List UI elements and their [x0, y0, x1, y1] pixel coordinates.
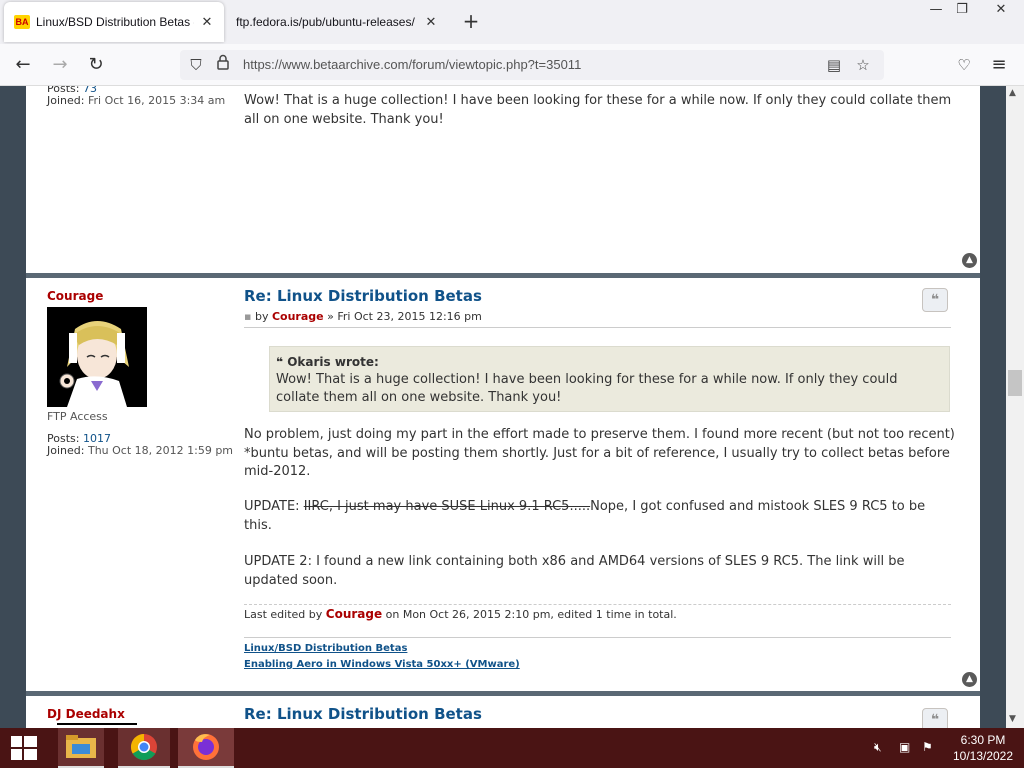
tab-bar: BA Linux/BSD Distribution Betas - E ✕ ft…: [0, 0, 1024, 44]
volume-muted-icon[interactable]: 🔇︎: [874, 740, 882, 755]
start-button[interactable]: [0, 728, 48, 768]
quote-button[interactable]: ❝: [922, 288, 948, 312]
tab-fedora-ftp[interactable]: ftp.fedora.is/pub/ubuntu-releases/ ✕: [226, 2, 448, 42]
network-icon[interactable]: ▣: [899, 740, 910, 754]
next-post-title[interactable]: Re: Linux Distribution Betas: [244, 705, 482, 723]
tab-title: Linux/BSD Distribution Betas - E: [36, 15, 194, 29]
avatar: [47, 307, 147, 407]
menu-icon[interactable]: ≡: [986, 53, 1012, 77]
post-header-line: [244, 327, 951, 328]
scroll-down-icon[interactable]: ▼: [1009, 714, 1016, 724]
reader-view-icon[interactable]: ▤: [823, 54, 845, 76]
prev-joined-date: Joined: Fri Oct 16, 2015 3:34 am: [47, 94, 225, 107]
scroll-up-icon[interactable]: ▲: [1009, 88, 1016, 98]
scroll-thumb[interactable]: [1008, 370, 1022, 396]
post-meta: ▪ by Courage » Fri Oct 23, 2015 12:16 pm: [244, 310, 482, 323]
signature-link-2[interactable]: Enabling Aero in Windows Vista 50xx+ (VM…: [244, 659, 520, 670]
close-tab-icon[interactable]: ✕: [200, 14, 214, 30]
close-tab-icon[interactable]: ✕: [424, 14, 438, 30]
address-bar[interactable]: ⛉ https://www.betaarchive.com/forum/view…: [180, 50, 884, 80]
post-file-icon[interactable]: ▪: [244, 310, 251, 323]
page-viewport: Posts: 73 Joined: Fri Oct 16, 2015 3:34 …: [0, 86, 1024, 728]
back-arrow-icon[interactable]: ←: [10, 53, 36, 77]
forward-arrow-icon[interactable]: →: [47, 53, 73, 77]
windows-taskbar: 🔇︎ ▣ ⚑ 6:30 PM 10/13/2022: [0, 728, 1024, 768]
chrome-taskbar-icon[interactable]: [118, 728, 170, 768]
forum-page: Posts: 73 Joined: Fri Oct 16, 2015 3:34 …: [26, 86, 980, 728]
joined-label: Joined:: [47, 94, 85, 107]
clock-date: 10/13/2022: [952, 749, 1014, 763]
back-to-top-icon[interactable]: ▲: [962, 672, 977, 687]
tab-title: ftp.fedora.is/pub/ubuntu-releases/: [236, 15, 415, 29]
post-paragraph-1: No problem, just doing my part in the ef…: [244, 427, 955, 479]
post-divider: [26, 691, 980, 696]
navigation-toolbar: ← → ↻ ⛉ https://www.betaarchive.com/foru…: [0, 44, 1024, 86]
close-window-icon[interactable]: ✕: [985, 0, 1017, 22]
edit-notice-divider: [244, 604, 951, 605]
back-to-top-icon[interactable]: ▲: [962, 253, 977, 268]
meta-author[interactable]: Courage: [272, 310, 324, 323]
prev-post-body: Wow! That is a huge collection! I have b…: [244, 93, 952, 127]
signature-divider: [244, 637, 951, 638]
signature-link-1[interactable]: Linux/BSD Distribution Betas: [244, 643, 407, 654]
user-rank: FTP Access: [47, 410, 108, 423]
lock-icon[interactable]: [212, 54, 234, 76]
quote-text: Wow! That is a huge collection! I have b…: [276, 372, 898, 405]
maximize-icon[interactable]: ❐: [946, 0, 978, 22]
joined-label: Joined:: [47, 444, 85, 457]
bookmark-star-icon[interactable]: ☆: [852, 54, 874, 76]
post-paragraph-2: UPDATE: IIRC, I just may have SUSE Linux…: [244, 498, 956, 535]
joined-date: Joined: Thu Oct 18, 2012 1:59 pm: [47, 444, 233, 457]
post-paragraph-3: UPDATE 2: I found a new link containing …: [244, 554, 905, 588]
reload-icon[interactable]: ↻: [83, 53, 109, 77]
edited-prefix: Last edited by: [244, 608, 323, 621]
edit-notice: Last edited by Courage on Mon Oct 26, 20…: [244, 607, 677, 621]
edited-author[interactable]: Courage: [326, 607, 382, 621]
tab-linux-bsd-betas[interactable]: BA Linux/BSD Distribution Betas - E ✕: [4, 2, 224, 42]
quote-header: ❝ Okaris wrote:: [276, 353, 943, 371]
firefox-taskbar-icon[interactable]: [178, 728, 234, 768]
new-tab-button[interactable]: +: [460, 10, 482, 32]
betaarchive-favicon-icon: BA: [14, 15, 30, 29]
quote-button[interactable]: ❝: [922, 708, 948, 728]
tracking-shield-icon[interactable]: ⛉: [185, 54, 207, 76]
meta-date: » Fri Oct 23, 2015 12:16 pm: [327, 310, 482, 323]
url-text: https://www.betaarchive.com/forum/viewto…: [243, 57, 582, 72]
avatar-top-edge: [57, 723, 137, 725]
meta-by: by: [254, 310, 269, 323]
joined-value: Fri Oct 16, 2015 3:34 am: [87, 94, 226, 107]
quote-icon: ❝: [276, 355, 284, 369]
clock-time: 6:30 PM: [960, 733, 1006, 747]
file-explorer-taskbar-icon[interactable]: [58, 728, 104, 768]
pocket-icon[interactable]: ♡: [951, 53, 977, 77]
system-clock[interactable]: 6:30 PM 10/13/2022: [948, 732, 1018, 764]
struck-text: IIRC, I just may have SUSE Linux 9.1 RC5…: [303, 499, 591, 514]
post-divider: [26, 273, 980, 278]
edited-suffix: on Mon Oct 26, 2015 2:10 pm, edited 1 ti…: [385, 608, 677, 621]
update-prefix: UPDATE:: [244, 499, 304, 514]
post-title[interactable]: Re: Linux Distribution Betas: [244, 287, 482, 305]
quote-block: ❝ Okaris wrote: Wow! That is a huge coll…: [269, 346, 950, 412]
next-post-author[interactable]: DJ Deedahx: [47, 707, 125, 721]
action-center-icon[interactable]: ⚑: [922, 740, 933, 754]
quote-author: Okaris wrote:: [287, 355, 379, 369]
joined-value: Thu Oct 18, 2012 1:59 pm: [87, 444, 234, 457]
vertical-scrollbar[interactable]: ▲ ▼: [1006, 86, 1024, 728]
post-author[interactable]: Courage: [47, 289, 103, 303]
